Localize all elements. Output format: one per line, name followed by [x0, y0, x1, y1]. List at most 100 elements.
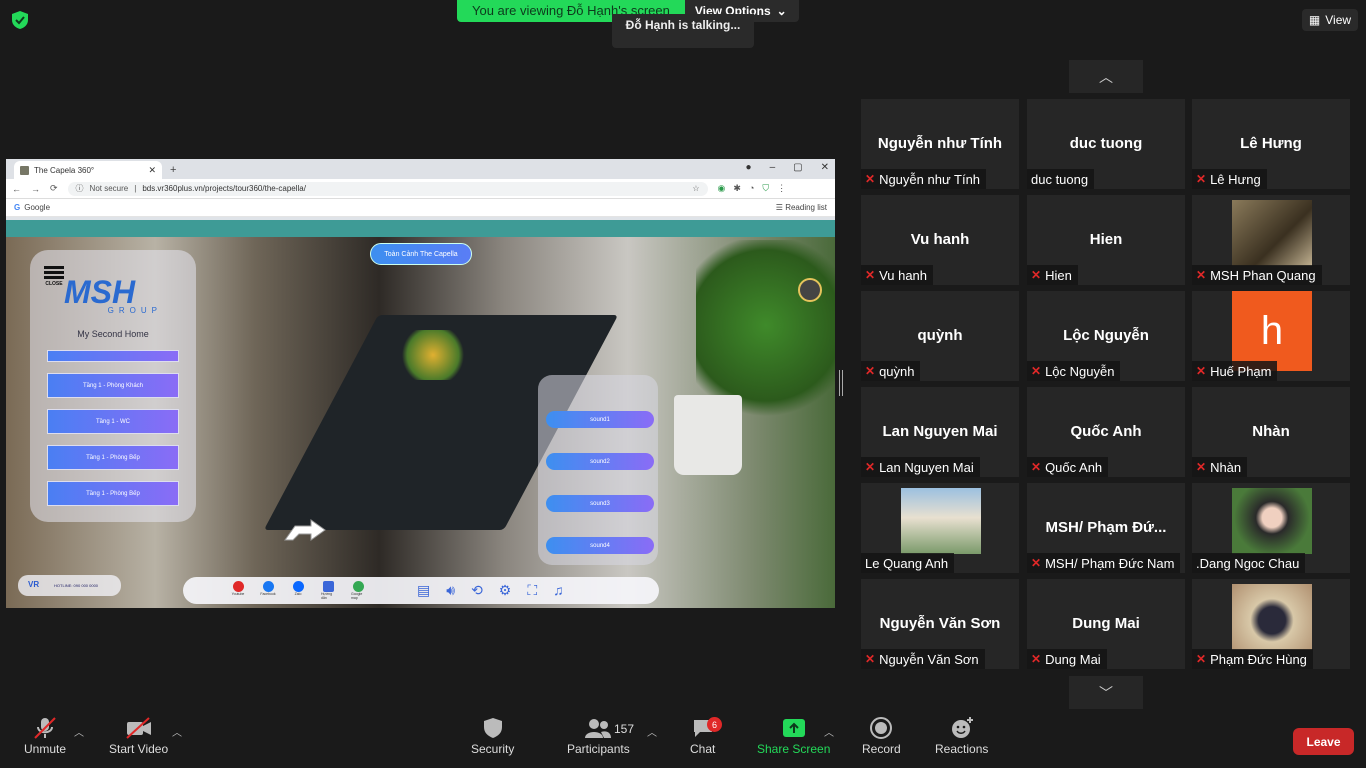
participant-tile[interactable]: h ✕ Huế Phạm — [1192, 291, 1350, 381]
menu-item-partial[interactable] — [47, 350, 179, 362]
participant-name-label: ✕ Quốc Anh — [1027, 457, 1109, 477]
maximize-icon[interactable]: ▢ — [793, 162, 802, 173]
record-button[interactable]: Record — [862, 716, 901, 756]
sound2-button[interactable]: sound2 — [546, 453, 654, 470]
participant-tile[interactable]: Le Quang Anh — [861, 483, 1019, 573]
participant-name: Huế Phạm — [1210, 363, 1272, 379]
extension-icons: ◉ ✱ ◔ ⛉ ⋮ — [718, 183, 787, 194]
participant-tile[interactable]: quỳnh ✕ quỳnh — [861, 291, 1019, 381]
participants-options-caret[interactable]: ︿ — [647, 724, 657, 739]
participant-tile[interactable]: Lê Hưng ✕ Lê Hưng — [1192, 99, 1350, 189]
book-icon[interactable]: ▤ — [417, 582, 430, 599]
puzzle-icon[interactable]: ✱ — [733, 183, 741, 194]
hamburger-close-button[interactable]: CLOSE — [44, 266, 64, 287]
participant-name: quỳnh — [879, 363, 915, 379]
volume-icon[interactable]: 🔊︎ — [446, 582, 455, 599]
back-icon[interactable]: ← — [12, 184, 21, 194]
leave-button[interactable]: Leave — [1293, 728, 1354, 755]
reload-icon[interactable]: ⟳ — [50, 183, 58, 194]
contact-badge[interactable]: VR HOTLINE: 090 000 0000 — [18, 575, 121, 596]
participant-tile[interactable]: Lan Nguyen Mai ✕ Lan Nguyen Mai — [861, 387, 1019, 477]
sound3-button[interactable]: sound3 — [546, 495, 654, 512]
audio-options-caret[interactable]: ︿ — [74, 724, 84, 739]
overview-button[interactable]: Toàn Cảnh The Capella — [370, 243, 472, 265]
participant-tile[interactable]: Nhàn ✕ Nhàn — [1192, 387, 1350, 477]
gallery-page-down-button[interactable]: ﹀ — [1069, 676, 1143, 709]
ceiling-band — [6, 220, 835, 237]
new-tab-icon[interactable]: + — [170, 164, 176, 176]
address-bar: ← → ⟳ ⓘ Not secure | bds.vr360plus.vn/pr… — [6, 179, 835, 199]
view-label: View — [1325, 13, 1352, 27]
info-icon: ⓘ — [75, 184, 84, 193]
tour-menu-panel: CLOSE MSH GROUP My Second Home Tầng 1 - … — [30, 250, 196, 522]
close-window-icon[interactable]: ✕ — [821, 162, 829, 173]
view-button[interactable]: ▦ View — [1302, 9, 1358, 31]
browser-tab[interactable]: The Capela 360° ✕ — [14, 161, 162, 179]
rotate-icon[interactable]: ⟲ — [471, 582, 483, 599]
participant-tile[interactable]: duc tuong duc tuong — [1027, 99, 1185, 189]
map-link[interactable]: Google map — [351, 581, 365, 600]
star-icon[interactable]: ☆ — [692, 184, 699, 193]
participant-name: Lê Hưng — [1210, 171, 1261, 187]
participants-label: Participants — [567, 742, 630, 756]
menu-item-kitchen[interactable]: Tầng 1 - Phòng Bếp — [47, 445, 179, 470]
reactions-button[interactable]: Reactions — [935, 716, 988, 756]
bookmark-google[interactable]: Google — [24, 203, 50, 212]
chat-unread-badge: 6 — [707, 717, 722, 732]
participant-tile[interactable]: ✕ Phạm Đức Hùng — [1192, 579, 1350, 669]
menu-item-wc[interactable]: Tầng 1 - WC — [47, 409, 179, 434]
encryption-shield-icon[interactable] — [10, 10, 30, 30]
participant-tile[interactable]: Nguyễn như Tính ✕ Nguyễn như Tính — [861, 99, 1019, 189]
menu-item-living-room[interactable]: Tầng 1 - Phòng Khách — [47, 373, 179, 398]
facebook-link[interactable]: Facebook — [260, 581, 276, 600]
tour-360-viewer[interactable]: Toàn Cảnh The Capella CLOSE MSH GROUP My… — [6, 220, 835, 608]
fullscreen-icon[interactable]: ⛶ — [527, 582, 537, 599]
participant-name: Phạm Đức Hùng — [1210, 651, 1307, 667]
unmute-button[interactable]: Unmute — [24, 716, 66, 756]
security-button[interactable]: Security — [471, 716, 514, 756]
participant-tile[interactable]: Nguyễn Văn Sơn ✕ Nguyễn Văn Sơn — [861, 579, 1019, 669]
shared-screen[interactable]: The Capela 360° ✕ + ● – ▢ ✕ ← → ⟳ ⓘ Not secu… — [6, 159, 835, 608]
participant-tile[interactable]: MSH/ Phạm Đứ... ✕ MSH/ Phạm Đức Nam — [1027, 483, 1185, 573]
participant-name-label: ✕ Lê Hưng — [1192, 169, 1267, 189]
youtube-link[interactable]: Youtube — [231, 581, 245, 600]
participant-name-label: ✕ MSH/ Phạm Đức Nam — [1027, 553, 1181, 573]
participant-tile[interactable]: .Dang Ngoc Chau — [1192, 483, 1350, 573]
share-options-caret[interactable]: ︿ — [824, 724, 834, 739]
share-screen-button[interactable]: Share Screen — [757, 716, 830, 756]
profile-icon[interactable]: ◔ — [749, 183, 754, 194]
participant-tile[interactable]: Dung Mai ✕ Dung Mai — [1027, 579, 1185, 669]
share-screen-label: Share Screen — [757, 742, 831, 756]
start-video-button[interactable]: Start Video — [109, 716, 168, 756]
menu-item-kitchen-2[interactable]: Tầng 1 - Phòng Bếp — [47, 481, 179, 506]
navigation-arrow-icon[interactable] — [281, 518, 329, 544]
sound1-button[interactable]: sound1 — [546, 411, 654, 428]
participant-tile[interactable]: Hien ✕ Hien — [1027, 195, 1185, 285]
muted-mic-icon: ✕ — [865, 364, 876, 378]
video-options-caret[interactable]: ︿ — [172, 724, 182, 739]
shield-extension-icon[interactable]: ⛉ — [762, 183, 769, 194]
participant-name: Vu hanh — [879, 267, 928, 283]
close-tab-icon[interactable]: ✕ — [148, 165, 156, 176]
zalo-link[interactable]: Zalo — [291, 581, 305, 600]
compass-icon[interactable] — [798, 278, 822, 302]
participant-name-label: duc tuong — [1027, 169, 1095, 189]
participant-tile[interactable]: Quốc Anh ✕ Quốc Anh — [1027, 387, 1185, 477]
forward-icon[interactable]: → — [31, 184, 40, 194]
participant-tile[interactable]: Vu hanh ✕ Vu hanh — [861, 195, 1019, 285]
guide-link[interactable]: Hướng dẫn — [321, 581, 335, 600]
participant-tile[interactable]: Lộc Nguyễn ✕ Lộc Nguyễn — [1027, 291, 1185, 381]
music-icon[interactable]: ♫ — [553, 582, 564, 599]
minimize-icon[interactable]: – — [770, 162, 776, 173]
panel-resize-handle[interactable] — [839, 370, 843, 396]
url-field[interactable]: ⓘ Not secure | bds.vr360plus.vn/projects… — [67, 181, 708, 196]
settings-icon[interactable]: ⚙ — [499, 582, 512, 599]
record-icon — [870, 717, 893, 739]
reading-list[interactable]: ☰ Reading list — [776, 203, 827, 212]
kebab-menu-icon[interactable]: ⋮ — [777, 183, 786, 194]
participant-name-label: ✕ Huế Phạm — [1192, 361, 1278, 381]
gallery-page-up-button[interactable]: ︿ — [1069, 60, 1143, 93]
participant-tile[interactable]: ✕ MSH Phan Quang — [1192, 195, 1350, 285]
extension-icon[interactable]: ◉ — [718, 183, 726, 194]
sound4-button[interactable]: sound4 — [546, 537, 654, 554]
